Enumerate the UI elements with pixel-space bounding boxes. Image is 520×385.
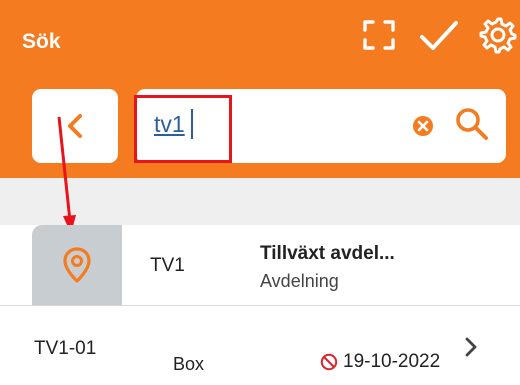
- result-row-box[interactable]: TV1-01 Box 19-10-2022: [0, 306, 520, 385]
- result-type: Box: [173, 354, 205, 374]
- blocked-icon: [320, 353, 338, 371]
- location-pin-icon: [63, 247, 91, 283]
- result-type: Avdelning: [260, 271, 339, 291]
- location-cell[interactable]: [32, 225, 122, 305]
- result-name: Tillväxt avdel...: [260, 243, 395, 264]
- result-date: 19-10-2022: [343, 351, 441, 372]
- result-code: TV1-01: [34, 338, 97, 359]
- result-code: TV1: [150, 255, 185, 276]
- chevron-right-icon[interactable]: [464, 336, 478, 358]
- result-date-group: 19-10-2022: [320, 351, 440, 373]
- result-row-department[interactable]: TV1 Tillväxt avdel... Avdelning: [0, 225, 520, 305]
